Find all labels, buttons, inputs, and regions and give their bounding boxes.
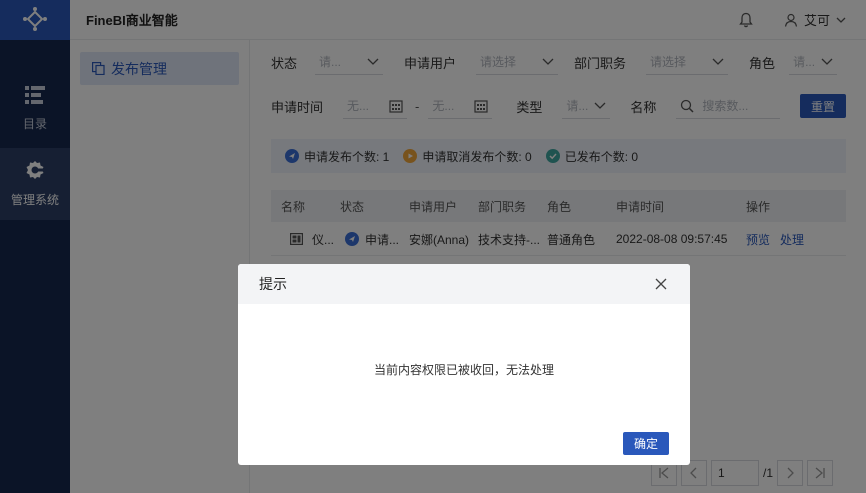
dialog-title: 提示 [259,276,287,292]
close-icon[interactable] [654,277,668,291]
confirm-button[interactable]: 确定 [623,432,669,455]
alert-dialog: 提示 当前内容权限已被收回，无法处理 确定 [238,264,690,465]
dialog-message: 当前内容权限已被收回，无法处理 [373,363,554,377]
dialog-header: 提示 [238,264,690,304]
